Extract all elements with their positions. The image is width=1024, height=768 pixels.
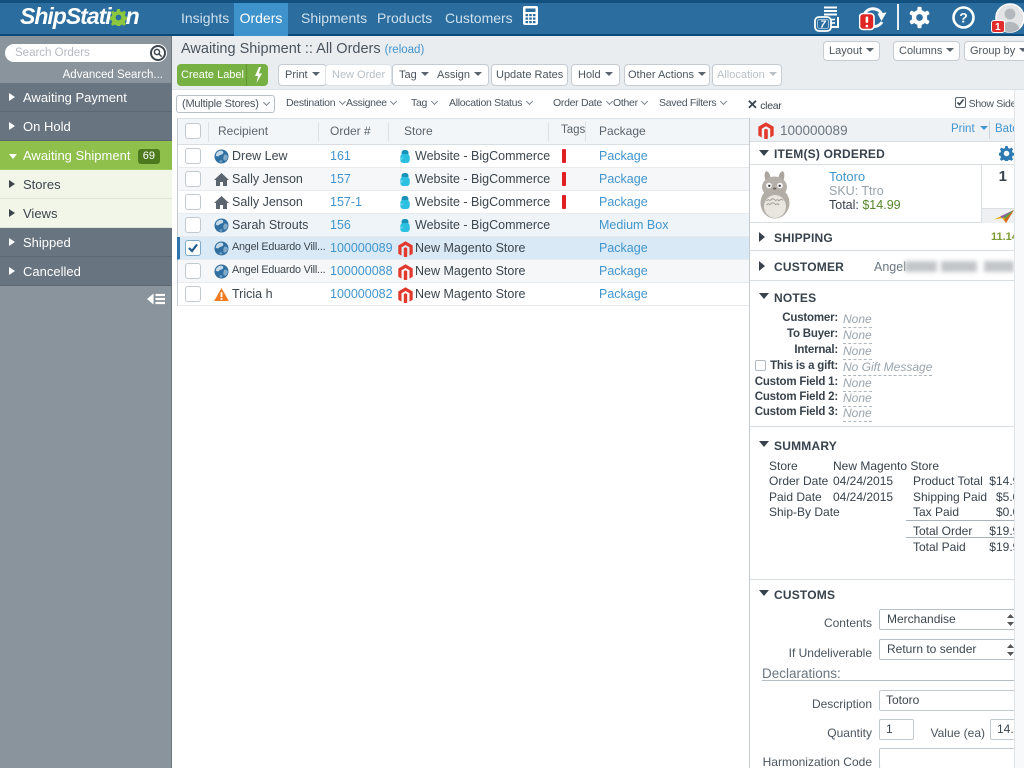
svg-text:7: 7 <box>820 20 826 31</box>
svg-text:?: ? <box>959 10 968 26</box>
